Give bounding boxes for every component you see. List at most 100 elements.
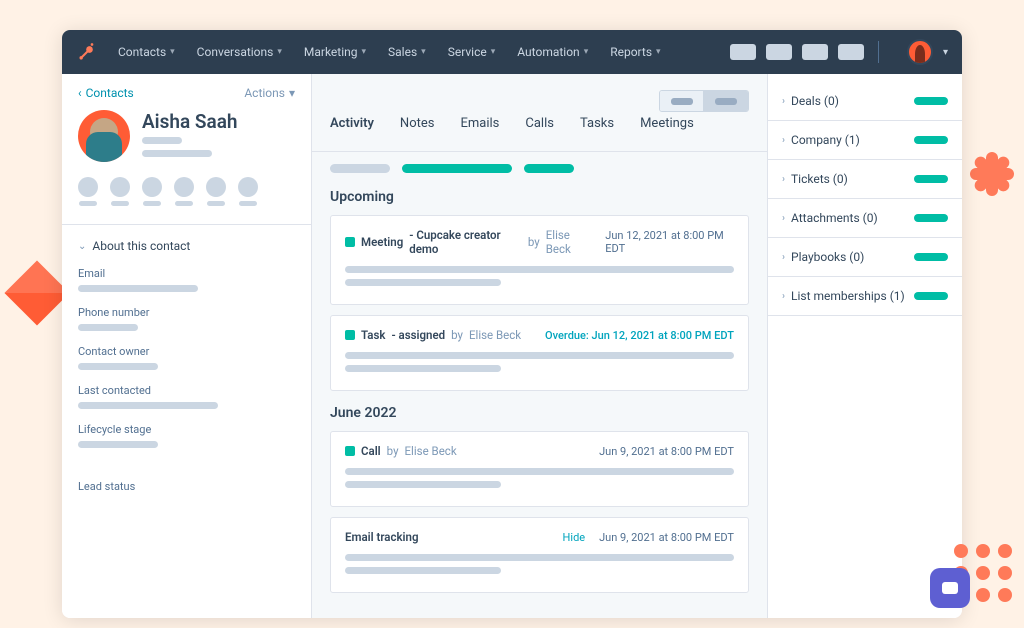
placeholder-line bbox=[142, 150, 212, 157]
field-label-stage: Lifecycle stage bbox=[78, 423, 295, 436]
contact-avatar[interactable] bbox=[78, 110, 130, 162]
nav-divider bbox=[878, 41, 879, 63]
nav-action-2[interactable] bbox=[766, 44, 792, 60]
card-type: Task bbox=[361, 328, 385, 342]
field-value-phone[interactable] bbox=[78, 324, 138, 331]
activity-card-email-tracking[interactable]: Email tracking Hide Jun 9, 2021 at 8:00 … bbox=[330, 517, 749, 593]
sidebar-card-playbooks[interactable]: ›Playbooks (0) bbox=[768, 238, 962, 277]
nav-action-3[interactable] bbox=[802, 44, 828, 60]
add-button[interactable] bbox=[914, 214, 948, 222]
tab-activity[interactable]: Activity bbox=[330, 116, 374, 131]
nav-reports[interactable]: Reports▾ bbox=[602, 39, 668, 65]
field-label-phone: Phone number bbox=[78, 306, 295, 319]
sidebar-card-tickets[interactable]: ›Tickets (0) bbox=[768, 160, 962, 199]
chevron-down-icon: ▾ bbox=[277, 47, 282, 57]
placeholder-line bbox=[345, 481, 501, 488]
sidebar-card-lists[interactable]: ›List memberships (1) bbox=[768, 277, 962, 316]
nav-action-4[interactable] bbox=[838, 44, 864, 60]
activity-type-icon bbox=[345, 237, 355, 247]
field-label-last: Last contacted bbox=[78, 384, 295, 397]
nav-action-1[interactable] bbox=[730, 44, 756, 60]
field-value-last[interactable] bbox=[78, 402, 218, 409]
action-icon bbox=[174, 177, 194, 197]
section-upcoming: Upcoming bbox=[330, 189, 749, 205]
placeholder-line bbox=[345, 365, 501, 372]
action-icon bbox=[110, 177, 130, 197]
quick-action-3[interactable] bbox=[142, 177, 162, 206]
hide-button[interactable]: Hide bbox=[563, 531, 586, 544]
activity-type-icon bbox=[345, 446, 355, 456]
nav-sales[interactable]: Sales▾ bbox=[380, 39, 434, 65]
field-label-owner: Contact owner bbox=[78, 345, 295, 358]
add-button[interactable] bbox=[914, 253, 948, 261]
user-avatar[interactable] bbox=[907, 39, 933, 65]
view-toggle-option-1[interactable] bbox=[660, 91, 704, 111]
chevron-down-icon: ▾ bbox=[289, 86, 295, 100]
app-frame: Contacts▾ Conversations▾ Marketing▾ Sale… bbox=[62, 30, 962, 618]
chevron-left-icon: ‹ bbox=[78, 86, 82, 100]
action-icon bbox=[238, 177, 258, 197]
tab-calls[interactable]: Calls bbox=[525, 116, 554, 131]
tab-emails[interactable]: Emails bbox=[460, 116, 499, 131]
add-button[interactable] bbox=[914, 97, 948, 105]
nav-contacts[interactable]: Contacts▾ bbox=[110, 39, 183, 65]
sidebar-card-company[interactable]: ›Company (1) bbox=[768, 121, 962, 160]
placeholder-line bbox=[345, 279, 501, 286]
filter-chip[interactable] bbox=[330, 164, 390, 173]
action-icon bbox=[78, 177, 98, 197]
field-value-stage[interactable] bbox=[78, 441, 158, 448]
chat-widget-icon[interactable] bbox=[930, 568, 970, 608]
quick-action-1[interactable] bbox=[78, 177, 98, 206]
quick-action-4[interactable] bbox=[174, 177, 194, 206]
field-value-owner[interactable] bbox=[78, 363, 158, 370]
card-overdue: Overdue: Jun 12, 2021 at 8:00 PM EDT bbox=[545, 329, 734, 342]
tab-notes[interactable]: Notes bbox=[400, 116, 435, 131]
activity-card-call[interactable]: Call by Elise Beck Jun 9, 2021 at 8:00 P… bbox=[330, 431, 749, 507]
activity-card-task[interactable]: Task - assigned by Elise Beck Overdue: J… bbox=[330, 315, 749, 391]
actions-menu[interactable]: Actions▾ bbox=[244, 86, 295, 100]
chevron-down-icon: ▾ bbox=[491, 47, 496, 57]
tab-meetings[interactable]: Meetings bbox=[640, 116, 694, 131]
tab-tasks[interactable]: Tasks bbox=[580, 116, 614, 131]
chevron-down-icon: ⌄ bbox=[78, 241, 86, 252]
chevron-down-icon[interactable]: ▾ bbox=[943, 47, 948, 58]
filter-chip-active[interactable] bbox=[524, 164, 574, 173]
card-title: Email tracking bbox=[345, 530, 419, 544]
nav-service[interactable]: Service▾ bbox=[440, 39, 504, 65]
hubspot-logo-icon[interactable] bbox=[76, 41, 98, 63]
activity-card-meeting[interactable]: Meeting - Cupcake creator demo by Elise … bbox=[330, 215, 749, 305]
chevron-down-icon: ▾ bbox=[656, 47, 661, 57]
add-button[interactable] bbox=[914, 136, 948, 144]
chevron-down-icon: ▾ bbox=[584, 47, 589, 57]
sidebar-card-deals[interactable]: ›Deals (0) bbox=[768, 82, 962, 121]
nav-marketing[interactable]: Marketing▾ bbox=[296, 39, 374, 65]
back-to-contacts[interactable]: ‹Contacts bbox=[78, 86, 134, 100]
chevron-down-icon: ▾ bbox=[362, 47, 367, 57]
quick-action-2[interactable] bbox=[110, 177, 130, 206]
top-nav: Contacts▾ Conversations▾ Marketing▾ Sale… bbox=[62, 30, 962, 74]
field-value-email[interactable] bbox=[78, 285, 198, 292]
chevron-right-icon: › bbox=[782, 174, 785, 185]
about-section-toggle[interactable]: ⌄About this contact bbox=[78, 239, 295, 253]
add-button[interactable] bbox=[914, 292, 948, 300]
card-date: Jun 9, 2021 at 8:00 PM EDT bbox=[599, 531, 734, 544]
nav-conversations[interactable]: Conversations▾ bbox=[189, 39, 290, 65]
chevron-right-icon: › bbox=[782, 291, 785, 302]
placeholder-line bbox=[142, 137, 182, 144]
filter-chip-active[interactable] bbox=[402, 164, 512, 173]
sidebar-card-attachments[interactable]: ›Attachments (0) bbox=[768, 199, 962, 238]
chevron-down-icon: ▾ bbox=[421, 47, 426, 57]
view-toggle-option-2[interactable] bbox=[704, 91, 748, 111]
quick-action-5[interactable] bbox=[206, 177, 226, 206]
placeholder-line bbox=[345, 352, 734, 359]
placeholder-line bbox=[345, 567, 501, 574]
view-toggle[interactable] bbox=[659, 90, 749, 112]
placeholder-line bbox=[345, 554, 734, 561]
placeholder-line bbox=[345, 266, 734, 273]
decoration-diamond bbox=[4, 260, 69, 325]
quick-action-6[interactable] bbox=[238, 177, 258, 206]
section-month: June 2022 bbox=[330, 405, 749, 421]
add-button[interactable] bbox=[914, 175, 948, 183]
nav-automation[interactable]: Automation▾ bbox=[509, 39, 596, 65]
field-label-email: Email bbox=[78, 267, 295, 280]
